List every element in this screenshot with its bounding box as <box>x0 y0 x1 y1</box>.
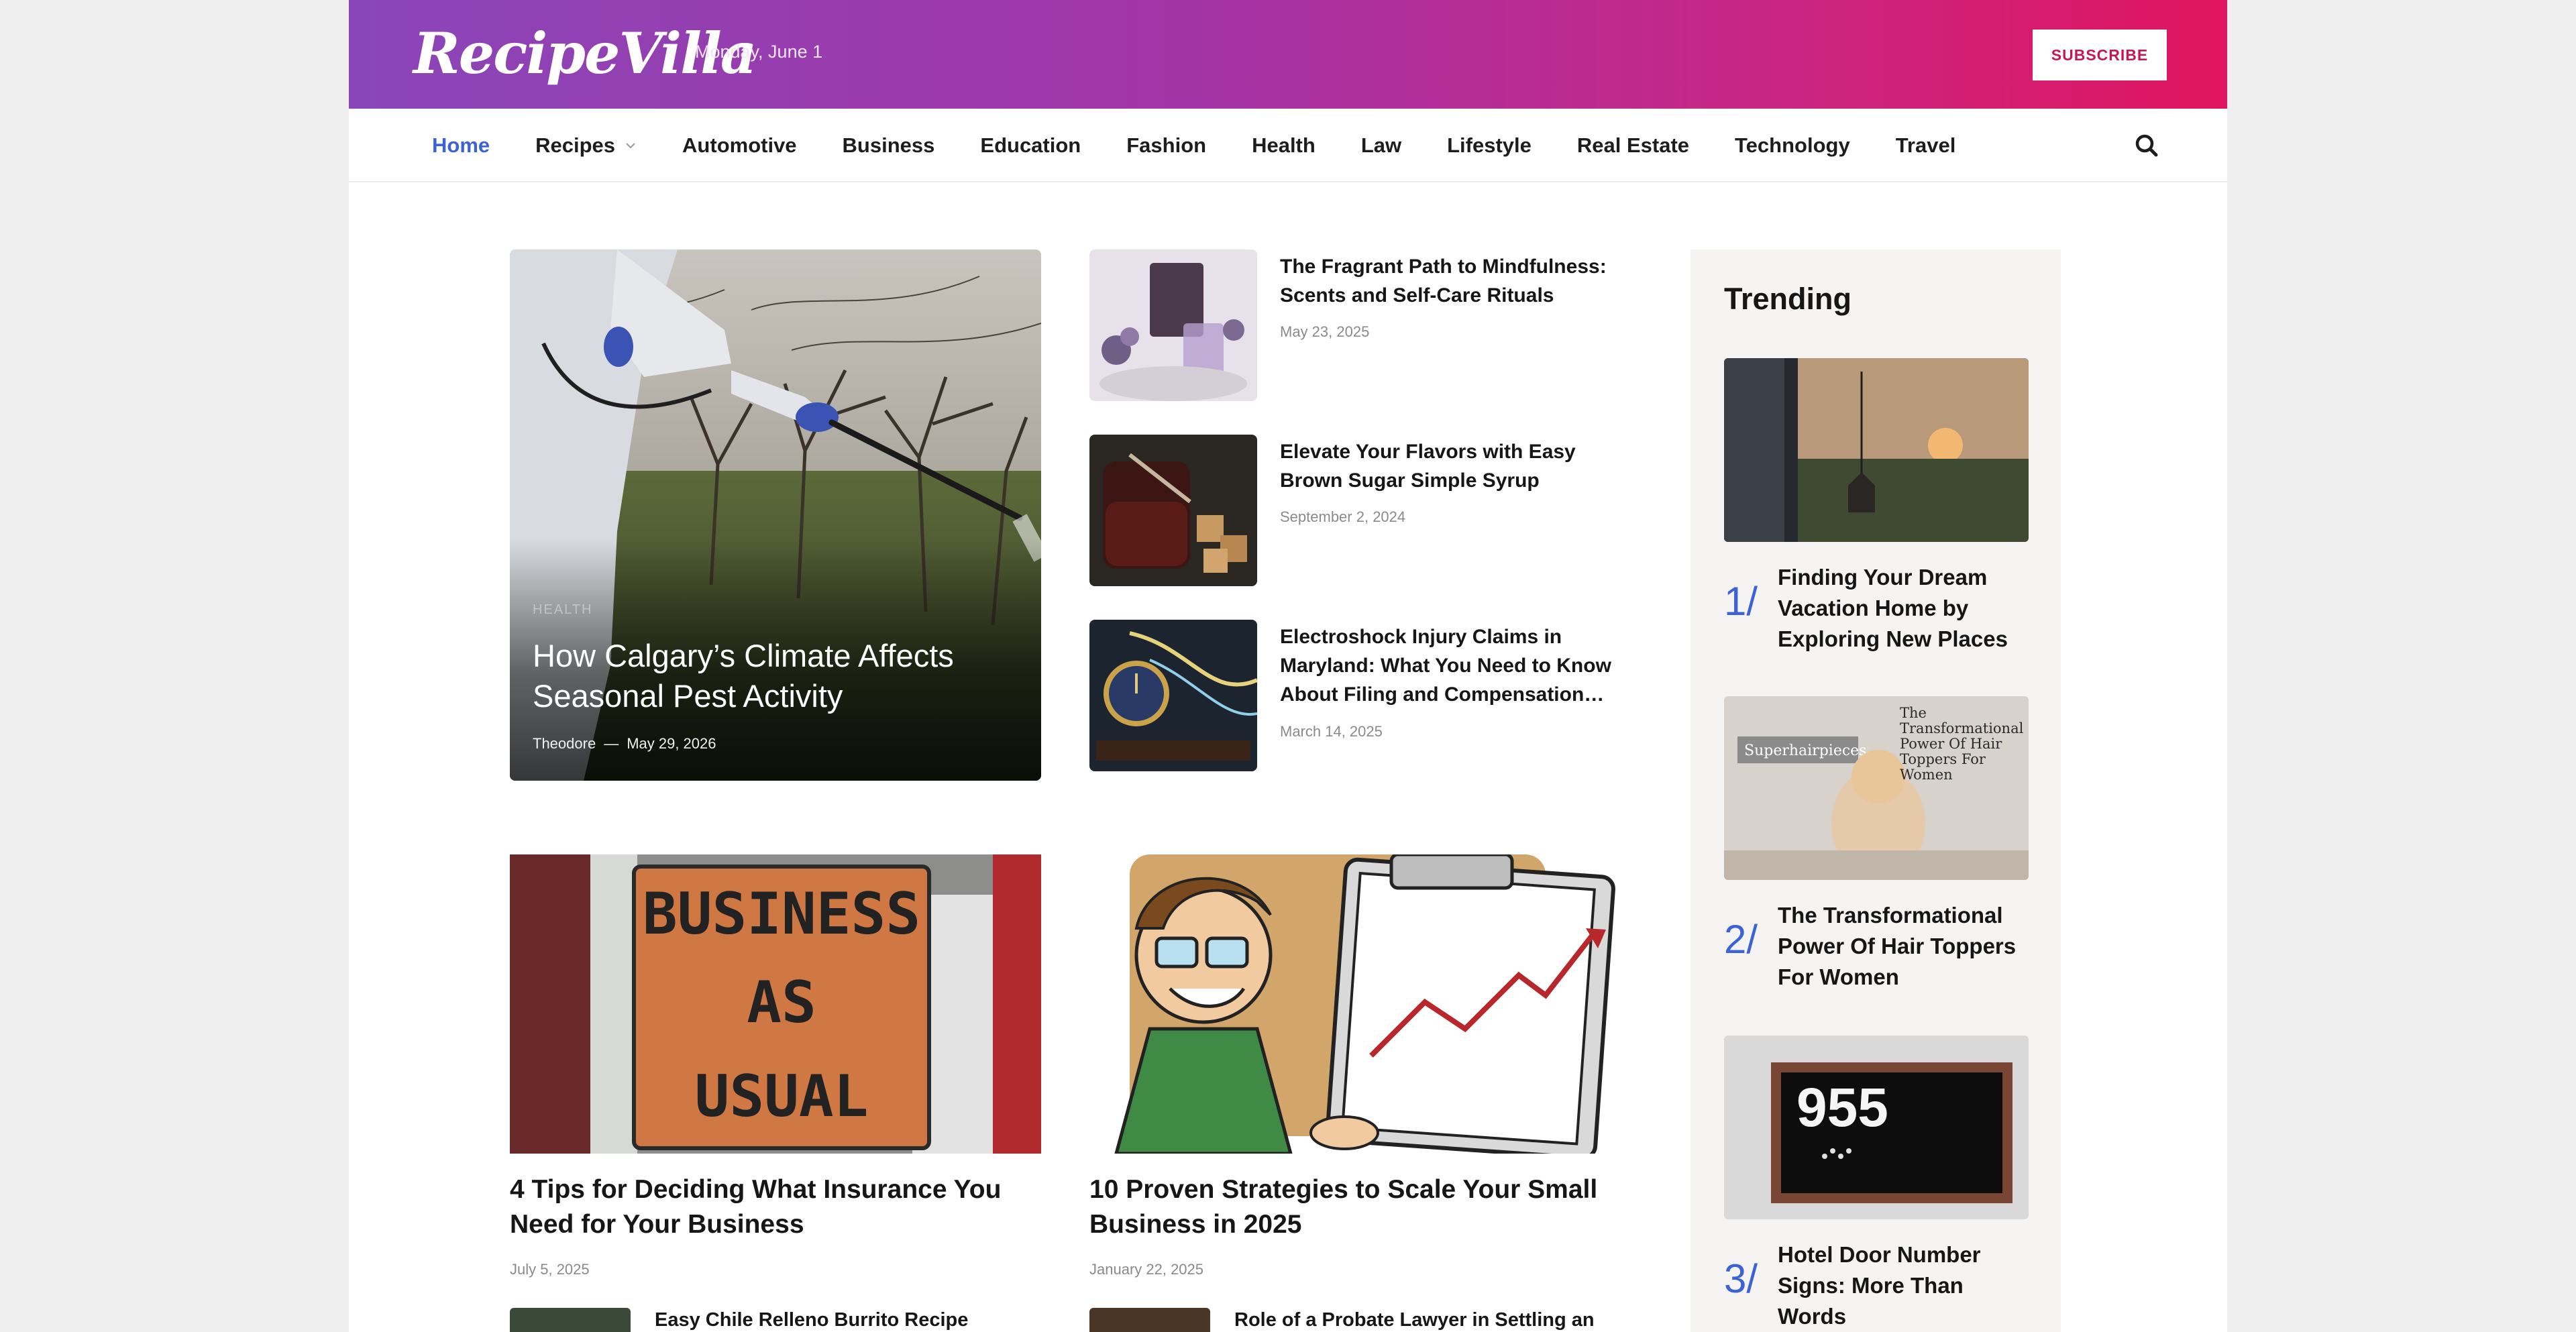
sign-line-1: BUSINESS <box>643 881 920 948</box>
image-caption-line: Transformational <box>1900 720 2024 736</box>
trending-heading: Trending <box>1724 282 1851 316</box>
image-sign-text: Superhairpieces <box>1744 742 1866 759</box>
post-title[interactable]: The Fragrant Path to Mindfulness: Scents… <box>1280 252 1615 310</box>
featured-post[interactable]: HEALTH How Calgary’s Climate Affects Sea… <box>510 249 1041 781</box>
nav-label: Recipes <box>535 133 616 157</box>
nav-item-business[interactable]: Business <box>843 133 935 158</box>
post-title[interactable]: Elevate Your Flavors with Easy Brown Sug… <box>1280 437 1615 495</box>
nav-label: Health <box>1252 133 1316 157</box>
post-title[interactable]: Easy Chile Relleno Burrito Recipe <box>655 1309 968 1331</box>
post-date: September 2, 2024 <box>1280 508 1406 525</box>
meta-separator: — <box>604 735 619 752</box>
card-date: January 22, 2025 <box>1089 1261 1204 1278</box>
featured-title[interactable]: How Calgary’s Climate Affects Seasonal P… <box>533 636 1016 716</box>
post-image: BUSINESS AS USUAL <box>510 854 1041 1154</box>
sign-line-2: AS <box>747 969 816 1036</box>
nav-item-real-estate[interactable]: Real Estate <box>1577 133 1689 158</box>
trending-image[interactable] <box>1724 358 2029 542</box>
subscribe-button[interactable]: SUBSCRIBE <box>2033 30 2167 80</box>
nav-label: Real Estate <box>1576 133 1690 157</box>
trending-rank: 1/ <box>1724 579 1758 624</box>
featured-meta: Theodore — May 29, 2026 <box>533 735 716 753</box>
chevron-down-icon <box>626 143 635 149</box>
nav-label: Automotive <box>682 133 797 157</box>
card-title[interactable]: 10 Proven Strategies to Scale Your Small… <box>1089 1172 1621 1242</box>
nav-label: Travel <box>1895 133 1956 157</box>
list-item[interactable]: Role of a Probate Lawyer in Settling an <box>1089 1308 1621 1332</box>
featured-author[interactable]: Theodore <box>533 735 596 752</box>
post-date: March 14, 2025 <box>1280 723 1383 740</box>
nav-item-travel[interactable]: Travel <box>1896 133 1956 158</box>
post-image <box>1089 854 1621 1154</box>
post-date: May 23, 2025 <box>1280 323 1370 340</box>
nav-label: Technology <box>1735 133 1850 157</box>
post-thumbnail <box>1089 435 1257 586</box>
sign-line-3: USUAL <box>695 1063 869 1130</box>
image-caption-line: Women <box>1900 767 1953 783</box>
header-date: Monday, June 1 <box>695 42 823 62</box>
image-caption-line: Toppers For <box>1900 751 1986 767</box>
nav-item-education[interactable]: Education <box>980 133 1081 158</box>
post-thumbnail <box>1089 620 1257 771</box>
card-date: July 5, 2025 <box>510 1261 590 1278</box>
main-nav: Home Recipes Automotive Business Educati… <box>349 109 2227 182</box>
page: RecipeVilla Monday, June 1 SUBSCRIBE Hom… <box>349 0 2227 1332</box>
post-thumbnail <box>1089 1308 1210 1332</box>
search-icon[interactable] <box>2132 131 2161 160</box>
trending-rank: 2/ <box>1724 917 1758 962</box>
trending-widget: Trending 1/ Finding Your Dream Vacation … <box>1690 249 2061 1332</box>
post-thumbnail <box>510 1308 631 1332</box>
list-item[interactable]: Electroshock Injury Claims in Maryland: … <box>1089 620 1611 771</box>
nav-label: Business <box>842 133 935 157</box>
post-card[interactable]: 10 Proven Strategies to Scale Your Small… <box>1089 854 1621 1332</box>
nav-item-home[interactable]: Home <box>432 133 490 158</box>
image-caption-line: Power Of Hair <box>1900 736 2002 752</box>
card-title[interactable]: 4 Tips for Deciding What Insurance You N… <box>510 1172 1041 1242</box>
nav-label: Home <box>432 133 490 157</box>
nav-label: Education <box>980 133 1081 157</box>
nav-label: Law <box>1360 133 1402 157</box>
trending-rank: 3/ <box>1724 1256 1758 1301</box>
image-room-number: 955 <box>1796 1077 1888 1138</box>
nav-item-health[interactable]: Health <box>1252 133 1316 158</box>
header-bar: RecipeVilla Monday, June 1 SUBSCRIBE <box>349 0 2227 109</box>
post-title[interactable]: Electroshock Injury Claims in Maryland: … <box>1280 622 1615 709</box>
list-item[interactable]: Elevate Your Flavors with Easy Brown Sug… <box>1089 435 1599 586</box>
nav-item-fashion[interactable]: Fashion <box>1126 133 1206 158</box>
nav-item-automotive[interactable]: Automotive <box>682 133 797 158</box>
nav-label: Lifestyle <box>1447 133 1532 157</box>
trending-title[interactable]: Finding Your Dream Vacation Home by Expl… <box>1778 562 2033 655</box>
post-card[interactable]: BUSINESS AS USUAL 4 Tips for Deciding Wh… <box>510 854 1041 1332</box>
nav-item-technology[interactable]: Technology <box>1735 133 1850 158</box>
post-title[interactable]: Role of a Probate Lawyer in Settling an <box>1234 1309 1595 1331</box>
trending-image[interactable]: Superhairpieces The Transformational Pow… <box>1724 696 2029 880</box>
trending-title[interactable]: Hotel Door Number Signs: More Than Words <box>1778 1239 2033 1332</box>
nav-item-lifestyle[interactable]: Lifestyle <box>1447 133 1532 158</box>
trending-title[interactable]: The Transformational Power Of Hair Toppe… <box>1778 900 2033 993</box>
list-item[interactable]: The Fragrant Path to Mindfulness: Scents… <box>1089 249 1607 401</box>
nav-label: Fashion <box>1126 133 1207 157</box>
nav-item-law[interactable]: Law <box>1361 133 1401 158</box>
featured-category[interactable]: HEALTH <box>533 602 592 618</box>
featured-date: May 29, 2026 <box>627 735 716 752</box>
list-item[interactable]: Easy Chile Relleno Burrito Recipe <box>510 1308 1041 1332</box>
nav-item-recipes[interactable]: Recipes <box>535 133 637 158</box>
trending-image[interactable]: 955 <box>1724 1036 2029 1219</box>
image-caption-line: The <box>1900 705 1927 721</box>
post-thumbnail <box>1089 249 1257 401</box>
